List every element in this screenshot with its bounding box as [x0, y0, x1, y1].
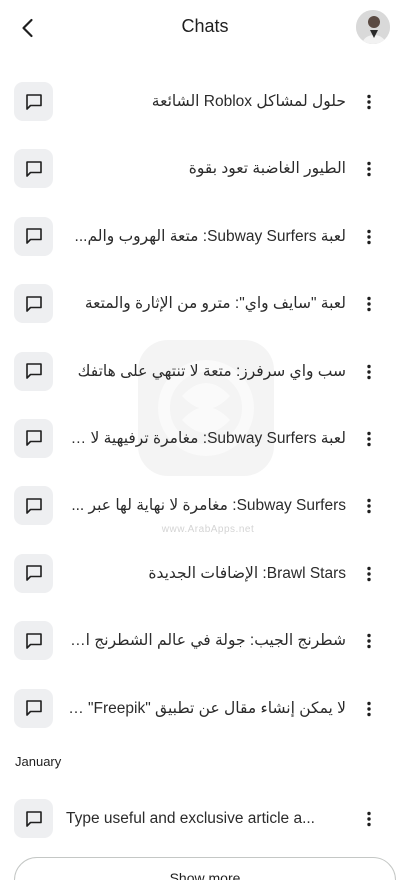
chat-icon-box: [14, 553, 53, 593]
more-vert-icon: [367, 566, 371, 581]
chat-bubble-icon: [25, 295, 42, 312]
chat-title: شطرنج الجيب: جولة في عالم الشطرنج المصغر: [66, 632, 346, 650]
more-vert-icon: [367, 296, 371, 312]
chat-icon-box: [14, 621, 53, 661]
chat-bubble-icon: [25, 810, 42, 827]
chat-bubble-icon: [25, 228, 42, 245]
chat-icon-box: [14, 418, 53, 458]
chat-title: الطيور الغاضبة تعود بقوة: [188, 160, 346, 178]
show-more-button[interactable]: Show more: [14, 857, 396, 880]
chat-icon-box: [14, 351, 53, 391]
more-options-button[interactable]: [356, 560, 382, 588]
more-options-button[interactable]: [356, 88, 382, 116]
more-options-button[interactable]: [356, 425, 382, 453]
chat-icon-box: [14, 82, 53, 121]
chat-title: لعبة Subway Surfers: متعة الهروب والم...: [74, 227, 346, 245]
chat-bubble-icon: [25, 161, 42, 177]
app-header: Chats: [0, 0, 410, 56]
more-vert-icon: [367, 499, 371, 514]
more-options-button[interactable]: [356, 290, 382, 318]
chat-bubble-icon: [25, 700, 42, 716]
list-item[interactable]: لا يمكن إنشاء مقال عن تطبيق "Freepik" با…: [0, 675, 410, 742]
avatar[interactable]: [356, 10, 390, 44]
section-label-january: January: [15, 754, 62, 769]
more-vert-icon: [367, 364, 371, 379]
list-item[interactable]: شطرنج الجيب: جولة في عالم الشطرنج المصغر: [0, 607, 410, 674]
page-title: Chats: [181, 16, 229, 36]
list-item[interactable]: الطيور الغاضبة تعود بقوة: [0, 135, 410, 202]
more-options-button[interactable]: [356, 223, 382, 251]
chat-title: Subway Surfers: مغامرة لا نهاية لها عبر …: [71, 497, 346, 515]
more-options-button[interactable]: [356, 627, 382, 655]
chat-title: لعبة "سايف واي": مترو من الإثارة والمتعة: [84, 295, 346, 313]
chat-list: حلول لمشاكل Roblox الشائعة الطيور الغاضب…: [0, 68, 410, 742]
chat-icon-box: [14, 688, 53, 728]
chat-title: حلول لمشاكل Roblox الشائعة: [151, 93, 346, 110]
more-options-button[interactable]: [356, 695, 382, 723]
chat-title: Type useful and exclusive article a...: [66, 810, 315, 827]
more-vert-icon: [367, 162, 371, 177]
more-vert-icon: [367, 701, 371, 716]
chat-bubble-icon: [25, 565, 42, 582]
chat-bubble-icon: [25, 363, 42, 379]
more-vert-icon: [367, 811, 371, 827]
chat-icon-box: [14, 284, 53, 324]
more-options-button[interactable]: [356, 358, 382, 386]
list-item[interactable]: لعبة Subway Surfers: متعة الهروب والم...: [0, 203, 410, 270]
chat-bubble-icon: [25, 632, 42, 649]
chat-title: لعبة Subway Surfers: مغامرة ترفيهية لا ت…: [66, 429, 346, 447]
chat-title: Brawl Stars: الإضافات الجديدة: [148, 564, 346, 582]
list-item[interactable]: Type useful and exclusive article a...: [0, 785, 410, 852]
chat-icon-box: [14, 799, 53, 838]
chat-bubble-icon: [25, 430, 42, 447]
list-item[interactable]: Brawl Stars: الإضافات الجديدة: [0, 540, 410, 607]
more-vert-icon: [367, 229, 371, 244]
list-item[interactable]: حلول لمشاكل Roblox الشائعة: [0, 68, 410, 135]
list-item[interactable]: Subway Surfers: مغامرة لا نهاية لها عبر …: [0, 472, 410, 539]
list-item[interactable]: لعبة "سايف واي": مترو من الإثارة والمتعة: [0, 270, 410, 337]
chat-bubble-icon: [25, 498, 42, 514]
list-item[interactable]: لعبة Subway Surfers: مغامرة ترفيهية لا ت…: [0, 405, 410, 472]
chat-icon-box: [14, 149, 53, 189]
chat-title: سب واي سرفرز: متعة لا تنتهي على هاتفك: [77, 362, 346, 380]
list-item[interactable]: سب واي سرفرز: متعة لا تنتهي على هاتفك: [0, 338, 410, 405]
more-options-button[interactable]: [356, 155, 382, 183]
chat-bubble-icon: [25, 93, 42, 110]
chat-icon-box: [14, 486, 53, 526]
more-options-button[interactable]: [356, 492, 382, 520]
more-vert-icon: [367, 633, 371, 649]
chat-title: لا يمكن إنشاء مقال عن تطبيق "Freepik" با…: [66, 699, 346, 717]
more-options-button[interactable]: [356, 805, 382, 833]
more-vert-icon: [367, 431, 371, 447]
more-vert-icon: [367, 94, 371, 110]
chat-icon-box: [14, 216, 53, 256]
